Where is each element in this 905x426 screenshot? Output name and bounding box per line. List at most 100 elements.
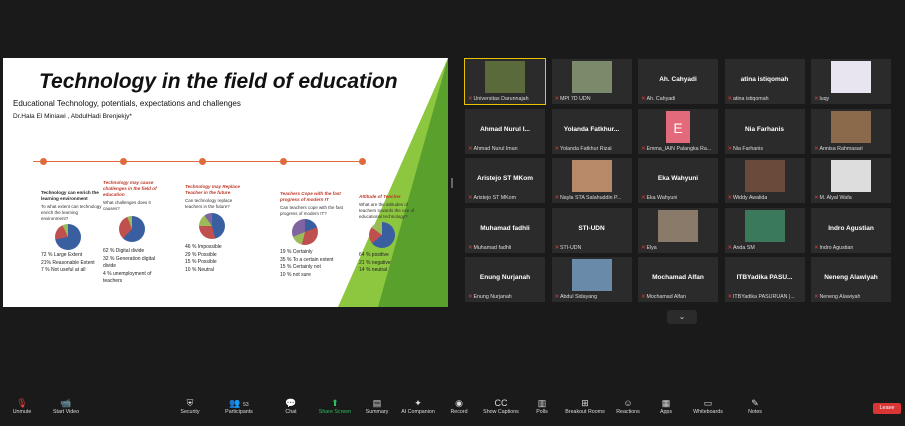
start-video-button[interactable]: 📹 Start Video [41,397,91,415]
participant-tile[interactable]: atina istiqomah ✕atina istiqomah [723,58,806,105]
participant-label-text: Nayla STA Salahuddin P... [559,195,622,201]
participant-name: Ahmad Nurul I... [480,125,530,133]
participant-name: atina istiqomah [740,76,789,83]
participant-tile[interactable]: ✕MPI 7D UDN [550,58,633,105]
participant-tile[interactable]: STI-UDN ✕STI-UDN [550,206,633,254]
participant-photo [831,110,871,143]
participant-label: ✕Nayla STA Salahuddin P... [555,195,622,201]
participant-label-text: Ahmad Nurul Iman [473,145,518,152]
participant-tile[interactable]: Ahmad Nurul I... ✕Ahmad Nurul Iman [464,107,546,155]
column-result: 10 % Neutral [185,266,214,273]
security-button[interactable]: ⛨ Security [165,397,215,415]
timeline-dot [40,158,47,165]
chat-button[interactable]: 💬 Chat [266,397,316,415]
participant-label-text: STI-UDN [559,244,582,251]
participant-label-text: Elya [646,244,657,251]
participant-name: Eka Wahyuni [657,175,699,182]
participant-tile[interactable]: E ✕Emma_IAIN Palangka Ra... [637,107,719,155]
microphone-muted-icon: ✕ [468,195,473,201]
participant-tile[interactable]: ✕Abdul Sidayang [550,256,633,303]
participant-label-text: Annisa Rahmasari [819,145,863,152]
participant-label: ✕MPI 7D UDN [555,96,591,102]
meeting-toolbar: 🎙 Unmute 📹 Start Video ⛨ Security 👥 53 Parti… [0,393,905,426]
participant-tile[interactable]: ✕Elya [637,206,719,254]
participant-name: Neneng Alawiyah [824,274,878,281]
participant-tile[interactable]: ITBYadika PASU... ✕ITBYadika PASURUAN |..… [723,256,806,303]
participant-tile[interactable]: Aristejo ST MKom ✕Aristejo ST MKom [464,157,546,204]
participant-name: Enung Nurjanah [479,274,531,281]
participant-tile[interactable]: ✕Anda SM [723,206,806,254]
participant-tile[interactable]: ✕luqy [810,58,892,105]
microphone-muted-icon: ✕ [468,96,473,102]
microphone-muted-icon: ✕ [727,145,732,152]
unmute-button[interactable]: 🎙 Unmute [0,397,47,415]
participant-label-text: Nia Farhanis [732,145,763,152]
participant-label: ✕M. Alyal Wafa [814,195,852,201]
column-result: 46 % Impossible [185,244,222,250]
leave-button[interactable]: Leave [873,403,901,414]
participant-label: ✕Indro Agustian [814,245,853,251]
resize-handle[interactable] [451,178,453,188]
show-captions-label: Show Captions [483,409,519,415]
participant-tile[interactable]: Yolanda Fatkhur... ✕Yolanda Fatkhur Rizal [550,107,633,155]
participant-tile[interactable]: Neneng Alawiyah ✕Neneng Alawiyah [810,256,892,303]
participant-label-text: Muhamad fadhli [473,244,512,251]
participant-tile[interactable]: ✕Universitas Darunnajah [464,58,546,105]
participant-tile[interactable]: ✕M. Alyal Wafa [810,157,892,204]
slide-column: Technology may Replace Teacher in the fu… [185,184,247,274]
participant-name: Ah. Cahyadi [659,76,697,83]
slide-column: Attitude of Teacher What are the attitud… [359,194,419,275]
microphone-muted-icon: ✕ [727,96,732,102]
participant-tile[interactable]: Muhamad fadhli ✕Muhamad fadhli [464,206,546,254]
whiteboard-icon: ▭ [703,398,713,408]
participant-name: Yolanda Fatkhur... [563,125,620,133]
microphone-muted-icon: ✕ [554,294,559,300]
participant-label: ✕Mochamad Alfan [641,294,686,300]
participant-tile[interactable]: Eka Wahyuni ✕Eka Wahyuni [637,157,719,204]
pie-chart [55,224,81,250]
participants-count: 53 [243,402,249,408]
microphone-muted-icon: 🎙 [16,398,28,408]
participant-tile[interactable]: Indro Agustian ✕Indro Agustian [810,206,892,254]
participant-tile[interactable]: ✕Nayla STA Salahuddin P... [550,157,633,204]
column-result: 19 % Certainly [280,249,313,255]
notes-button[interactable]: ✎ Notes [730,397,780,415]
slide-column: Technology can enrich the learning envir… [41,190,103,275]
timeline-dot [359,158,366,165]
pie-chart [199,213,225,239]
participant-label: ✕ITBYadika PASURUAN |... [728,294,795,300]
participant-label: ✕Emma_IAIN Palangka Ra... [641,146,711,152]
participant-name: Indro Agustian [828,224,874,232]
whiteboards-button[interactable]: ▭ Whiteboards [683,397,733,415]
participant-tile[interactable]: Mochamad Alfan ✕Mochamad Alfan [637,256,719,303]
chat-label: Chat [285,409,297,415]
microphone-muted-icon: ✕ [468,145,473,152]
participant-tile[interactable]: Enung Nurjanah ✕Enung Nurjanah [464,256,546,303]
column-heading: Attitude of Teacher [359,194,401,199]
participant-photo [658,209,698,242]
participant-tile[interactable]: Ah. Cahyadi ✕Ah. Cahyadi [637,58,719,105]
participant-label-text: Indro Agustian [819,244,854,251]
chevron-down-icon[interactable]: ⌄ [667,310,697,324]
microphone-muted-icon: ✕ [554,244,559,251]
participant-label: ✕Eka Wahyuni [641,195,677,201]
participant-name: STI-UDN [578,224,605,232]
participant-tile[interactable]: Nia Farhanis ✕Nia Farhanis [723,107,806,155]
chat-icon: 💬 [285,398,297,408]
column-result: 29 % Possible [185,251,217,258]
column-result: 21 % negative [359,259,391,266]
record-label: Record [450,409,468,415]
participant-label: ✕Ahmad Nurul Iman [468,146,518,152]
participant-tile[interactable]: ✕Annisa Rahmasari [810,107,892,155]
participants-button[interactable]: 👥 53 Participants [214,397,264,415]
participant-label-text: M. Alyal Wafa [819,195,852,201]
participant-label-text: Mochamad Alfan [646,294,686,300]
column-heading: Technology may cause challenges in the f… [103,180,157,197]
participant-label: ✕Neneng Alawiyah [814,294,860,300]
shield-icon: ⛨ [186,398,194,408]
microphone-muted-icon: ✕ [468,244,473,251]
unmute-label: Unmute [12,409,32,415]
participant-tile[interactable]: ✕Widdy Awalida [723,157,806,204]
microphone-muted-icon: ✕ [814,244,819,251]
security-label: Security [180,409,200,415]
